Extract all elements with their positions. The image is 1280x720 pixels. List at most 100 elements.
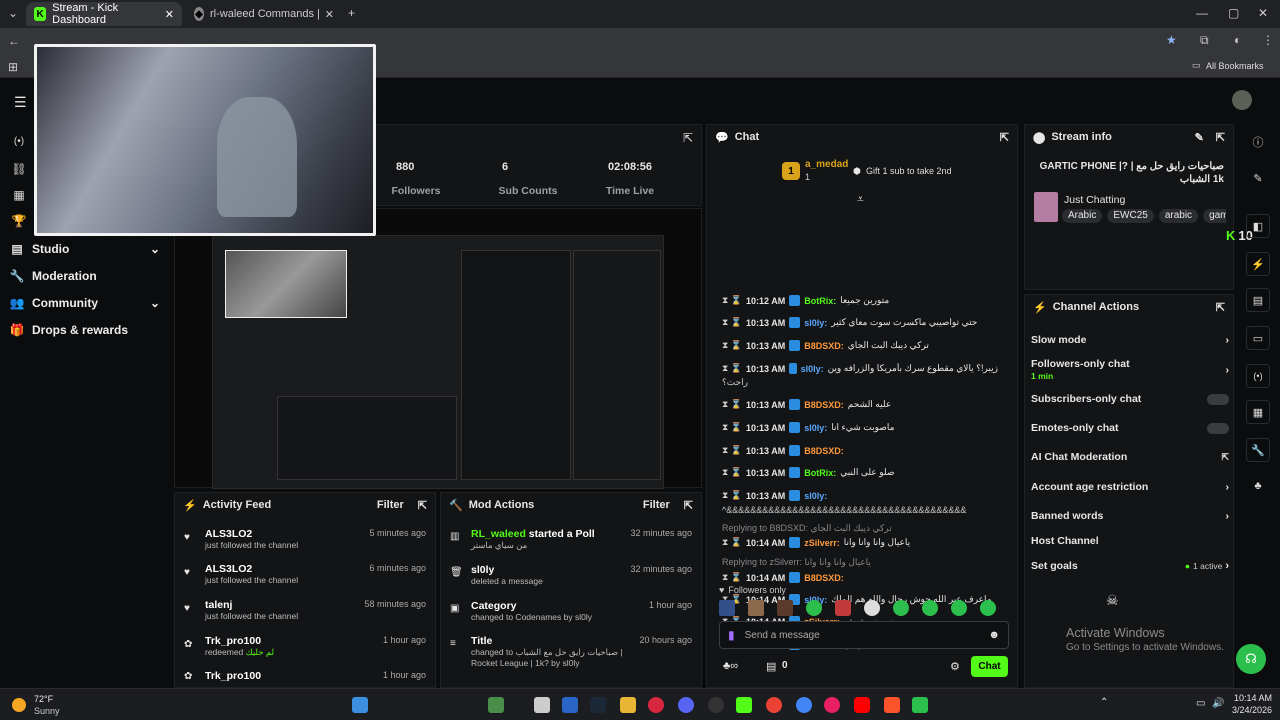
chat-message[interactable]: ⧗ ⌛ 10:12 AM BotRix: متورين جميعا: [722, 295, 998, 306]
chat-message[interactable]: ⧗ ⌛ 10:14 AM B8DSXD:: [722, 572, 998, 583]
emote-icon[interactable]: [748, 600, 764, 616]
emote-icon[interactable]: [951, 600, 967, 616]
mod-tools-icon[interactable]: ⧗ ⌛: [722, 445, 742, 456]
wrench-icon[interactable]: 🔧: [1246, 438, 1270, 462]
youtube-icon[interactable]: [854, 697, 870, 713]
kick-app-icon[interactable]: [736, 697, 752, 713]
chat-username[interactable]: sl0ly:: [804, 423, 827, 433]
stream-preview-video[interactable]: [212, 235, 664, 489]
weather-desc[interactable]: Sunny: [34, 706, 60, 716]
popout-icon[interactable]: ⇱: [1216, 301, 1225, 314]
chat-message[interactable]: ⧗ ⌛ 10:13 AM sl0ly: حتي تواصيبي ماكسرت سوت …: [722, 317, 998, 328]
chat-username[interactable]: B8DSXD:: [804, 573, 844, 583]
weather-temp[interactable]: 72°F: [34, 694, 53, 704]
minimize-icon[interactable]: —: [1196, 6, 1208, 20]
pinterest-icon[interactable]: [648, 697, 664, 713]
tag-chip[interactable]: gam: [1203, 209, 1226, 223]
chat-username[interactable]: sl0ly:: [801, 364, 824, 374]
clock-time[interactable]: 10:14 AM: [1226, 693, 1272, 703]
mod-tools-icon[interactable]: ⧗ ⌛: [722, 317, 742, 328]
chat-message[interactable]: ⧗ ⌛ 10:13 AM B8DSXD:: [722, 445, 998, 456]
brave-icon[interactable]: [884, 697, 900, 713]
edit-icon[interactable]: ✎: [1246, 166, 1270, 190]
chat-message[interactable]: ⧗ ⌛ 10:14 AM zSilverr: ياعيال وانا وانا وان…: [722, 537, 998, 548]
mod-tools-icon[interactable]: ⧗ ⌛: [722, 422, 742, 433]
sidebar-item-studio[interactable]: ▤ Studio ⌄: [10, 242, 160, 256]
all-bookmarks-link[interactable]: All Bookmarks: [1206, 61, 1264, 71]
emote-icon[interactable]: [835, 600, 851, 616]
chat-username[interactable]: B8DSXD:: [804, 446, 844, 456]
media-icon[interactable]: [824, 697, 840, 713]
tab-search-icon[interactable]: ⌄: [8, 6, 18, 20]
chat-settings-icon[interactable]: ⚙: [950, 660, 960, 673]
popout-icon[interactable]: ⇱: [1216, 131, 1225, 144]
hamburger-menu-icon[interactable]: ☰: [14, 94, 27, 111]
steam-icon[interactable]: [590, 697, 606, 713]
popout-icon[interactable]: ⇱: [683, 131, 693, 145]
emoji-icon[interactable]: ☻: [988, 629, 1000, 641]
chat-message[interactable]: راحت؟: [722, 377, 998, 388]
app-icon[interactable]: [488, 697, 504, 713]
emote-icon[interactable]: [719, 600, 735, 616]
community-icon[interactable]: ♣: [1246, 474, 1270, 498]
chrome-icon[interactable]: [766, 697, 782, 713]
apps-icon[interactable]: ⊞: [8, 60, 18, 74]
chevron-up-icon[interactable]: ⌃: [1100, 697, 1108, 708]
followers-only-row[interactable]: Followers-only chat 1 min ›: [1031, 358, 1229, 382]
sidebar-item-moderation[interactable]: 🔧 Moderation: [10, 269, 97, 283]
mod-actions-icon[interactable]: ▦: [1246, 400, 1270, 424]
tab-botrix[interactable]: ◆ rl-waleed Commands | BotRix - ✕: [186, 2, 342, 26]
tag-chip[interactable]: arabic: [1158, 209, 1199, 223]
chat-message[interactable]: ⧗ ⌛ 10:13 AM B8DSXD: عليه الشحم: [722, 399, 998, 410]
tag-chip[interactable]: EWC25: [1107, 209, 1154, 223]
trophy-icon[interactable]: 🏆: [12, 214, 27, 228]
chat-message[interactable]: ⧗ ⌛ 10:13 AM B8DSXD: تركي ديبك البت الجاي: [722, 340, 998, 351]
mod-tools-icon[interactable]: ⧗ ⌛: [722, 399, 742, 410]
chat-username[interactable]: BotRix:: [804, 296, 836, 306]
clock-date[interactable]: 3/24/2026: [1226, 705, 1272, 715]
edge-icon[interactable]: [562, 697, 578, 713]
discord-icon[interactable]: [678, 697, 694, 713]
subscribers-only-toggle[interactable]: [1207, 393, 1229, 405]
broadcast-icon[interactable]: (•): [1246, 364, 1270, 388]
network-icon[interactable]: ▭: [1196, 698, 1205, 709]
mod-tools-icon[interactable]: ⧗ ⌛: [722, 572, 742, 583]
app-icon[interactable]: [912, 697, 928, 713]
emote-icon[interactable]: [893, 600, 909, 616]
pinned-user[interactable]: a_medad: [805, 159, 848, 170]
chat-username[interactable]: BotRix:: [804, 468, 836, 478]
account-age-row[interactable]: Account age restriction ›: [1031, 481, 1229, 493]
mod-tools-icon[interactable]: ⧗ ⌛: [722, 537, 742, 548]
tag-chip[interactable]: Arabic: [1062, 209, 1103, 223]
chat-username[interactable]: sl0ly:: [804, 491, 827, 501]
banned-words-row[interactable]: Banned words ›: [1031, 510, 1229, 522]
analytics-icon[interactable]: ▦: [12, 188, 26, 202]
mod-tools-icon[interactable]: ⧗ ⌛: [722, 340, 742, 351]
pin-icon[interactable]: ⩡: [857, 192, 864, 207]
channel-points-icon[interactable]: ▤: [766, 660, 776, 673]
chat-message[interactable]: ^&&&&&&&&&&&&&&&&&&&&&&&&&&&&&&&&&&&&&&&…: [722, 505, 998, 515]
sidebar-item-community[interactable]: 👥 Community ⌄: [10, 296, 160, 310]
notes-icon[interactable]: ▤: [1246, 288, 1270, 312]
folder-icon[interactable]: [620, 697, 636, 713]
chat-input[interactable]: ▮ Send a message ☻: [719, 621, 1009, 649]
chat-message[interactable]: ⧗ ⌛ 10:13 AM sl0ly: زيبر!؟ يالاي مقطوع سرك …: [722, 363, 998, 374]
chat-username[interactable]: B8DSXD:: [804, 341, 844, 351]
chat-username[interactable]: zSilverr:: [804, 538, 840, 548]
chat-message[interactable]: Replying to zSilverr: ياعيال وانا وانا و…: [722, 557, 998, 568]
ai-moderation-row[interactable]: AI Chat Moderation ⇱: [1031, 451, 1229, 463]
chat-message[interactable]: ⧗ ⌛ 10:13 AM BotRix: صلو على النبي: [722, 467, 998, 478]
emote-icon[interactable]: [864, 600, 880, 616]
star-icon[interactable]: ★: [1166, 33, 1177, 47]
file-icon[interactable]: [534, 697, 550, 713]
menu-icon[interactable]: ⋮: [1262, 33, 1274, 47]
set-goals-row[interactable]: Set goals ● 1 active ›: [1031, 560, 1229, 572]
new-tab-icon[interactable]: +: [348, 6, 355, 20]
category-name[interactable]: Just Chatting: [1064, 194, 1125, 206]
chat-username[interactable]: B8DSXD:: [804, 400, 844, 410]
mod-tools-icon[interactable]: ⧗ ⌛: [722, 467, 742, 478]
filter-button[interactable]: Filter: [377, 499, 404, 511]
avatar[interactable]: [1232, 90, 1252, 110]
support-chat-icon[interactable]: ☊: [1236, 644, 1266, 674]
bolt-icon[interactable]: ⚡: [1246, 252, 1270, 276]
